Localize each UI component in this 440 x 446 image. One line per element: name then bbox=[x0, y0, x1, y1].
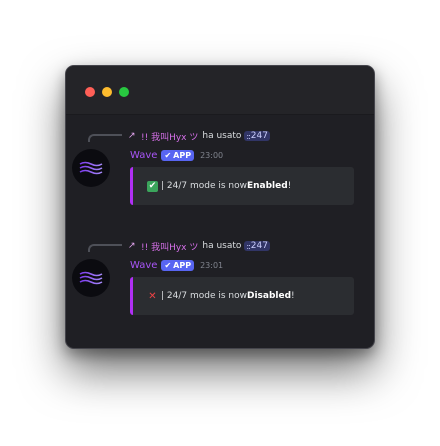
wave-logo-icon bbox=[79, 271, 103, 285]
message-header: Wave ✔ APP 23:01 bbox=[130, 257, 223, 273]
check-box-icon: ✔ bbox=[147, 180, 158, 192]
wave-logo-icon bbox=[79, 161, 103, 175]
verified-check-icon: ✔ bbox=[164, 260, 172, 270]
slash-command-icon: :: bbox=[246, 131, 251, 141]
app-badge-label: APP bbox=[173, 260, 192, 270]
app-badge-label: APP bbox=[173, 150, 192, 160]
command-mention[interactable]: :: 247 bbox=[244, 241, 270, 251]
reply-reference[interactable]: ↗ !! 我叫Hyx ツ ha usato :: 247 bbox=[128, 128, 270, 144]
slash-command-icon: :: bbox=[246, 241, 251, 251]
reply-text: ha usato bbox=[202, 241, 242, 251]
command-name: 247 bbox=[250, 241, 268, 251]
reply-connector bbox=[88, 244, 122, 252]
author-username[interactable]: Wave bbox=[130, 260, 157, 271]
title-bar bbox=[66, 66, 374, 115]
reply-connector bbox=[88, 134, 122, 142]
message-embed: ✕ | 24/7 mode is now Disabled ! bbox=[130, 277, 354, 315]
message-header: Wave ✔ APP 23:00 bbox=[130, 147, 223, 163]
reply-avatar-icon: ↗ bbox=[128, 240, 136, 251]
embed-status-word: Enabled bbox=[246, 181, 288, 191]
chat-window: ↗ !! 我叫Hyx ツ ha usato :: 247 Wave ✔ APP … bbox=[65, 65, 375, 349]
verified-check-icon: ✔ bbox=[164, 150, 172, 160]
message-timestamp[interactable]: 23:01 bbox=[200, 261, 223, 270]
reply-avatar-icon: ↗ bbox=[128, 130, 136, 141]
embed-status-word: Disabled bbox=[246, 291, 292, 301]
embed-text-suffix: ! bbox=[291, 291, 295, 301]
bot-avatar[interactable] bbox=[72, 149, 110, 187]
embed-text-prefix: | 24/7 mode is now bbox=[161, 291, 247, 301]
app-badge: ✔ APP bbox=[161, 149, 195, 161]
command-mention[interactable]: :: 247 bbox=[244, 131, 270, 141]
embed-text-prefix: | 24/7 mode is now bbox=[161, 181, 247, 191]
reply-username[interactable]: !! 我叫Hyx ツ bbox=[141, 240, 198, 253]
author-username[interactable]: Wave bbox=[130, 150, 157, 161]
close-window-button[interactable] bbox=[85, 87, 95, 97]
bot-avatar[interactable] bbox=[72, 259, 110, 297]
cross-mark-icon: ✕ bbox=[148, 290, 157, 302]
message: ↗ !! 我叫Hyx ツ ha usato :: 247 Wave ✔ APP … bbox=[66, 124, 374, 234]
reply-reference[interactable]: ↗ !! 我叫Hyx ツ ha usato :: 247 bbox=[128, 238, 270, 254]
embed-text-suffix: ! bbox=[287, 181, 292, 191]
message-timestamp[interactable]: 23:00 bbox=[200, 151, 223, 160]
zoom-window-button[interactable] bbox=[119, 87, 129, 97]
message: ↗ !! 我叫Hyx ツ ha usato :: 247 Wave ✔ APP … bbox=[66, 234, 374, 344]
reply-username[interactable]: !! 我叫Hyx ツ bbox=[141, 130, 198, 143]
reply-text: ha usato bbox=[202, 131, 242, 141]
command-name: 247 bbox=[250, 131, 268, 141]
minimize-window-button[interactable] bbox=[102, 87, 112, 97]
app-badge: ✔ APP bbox=[161, 259, 195, 271]
message-embed: ✔ | 24/7 mode is now Enabled ! bbox=[130, 167, 354, 205]
